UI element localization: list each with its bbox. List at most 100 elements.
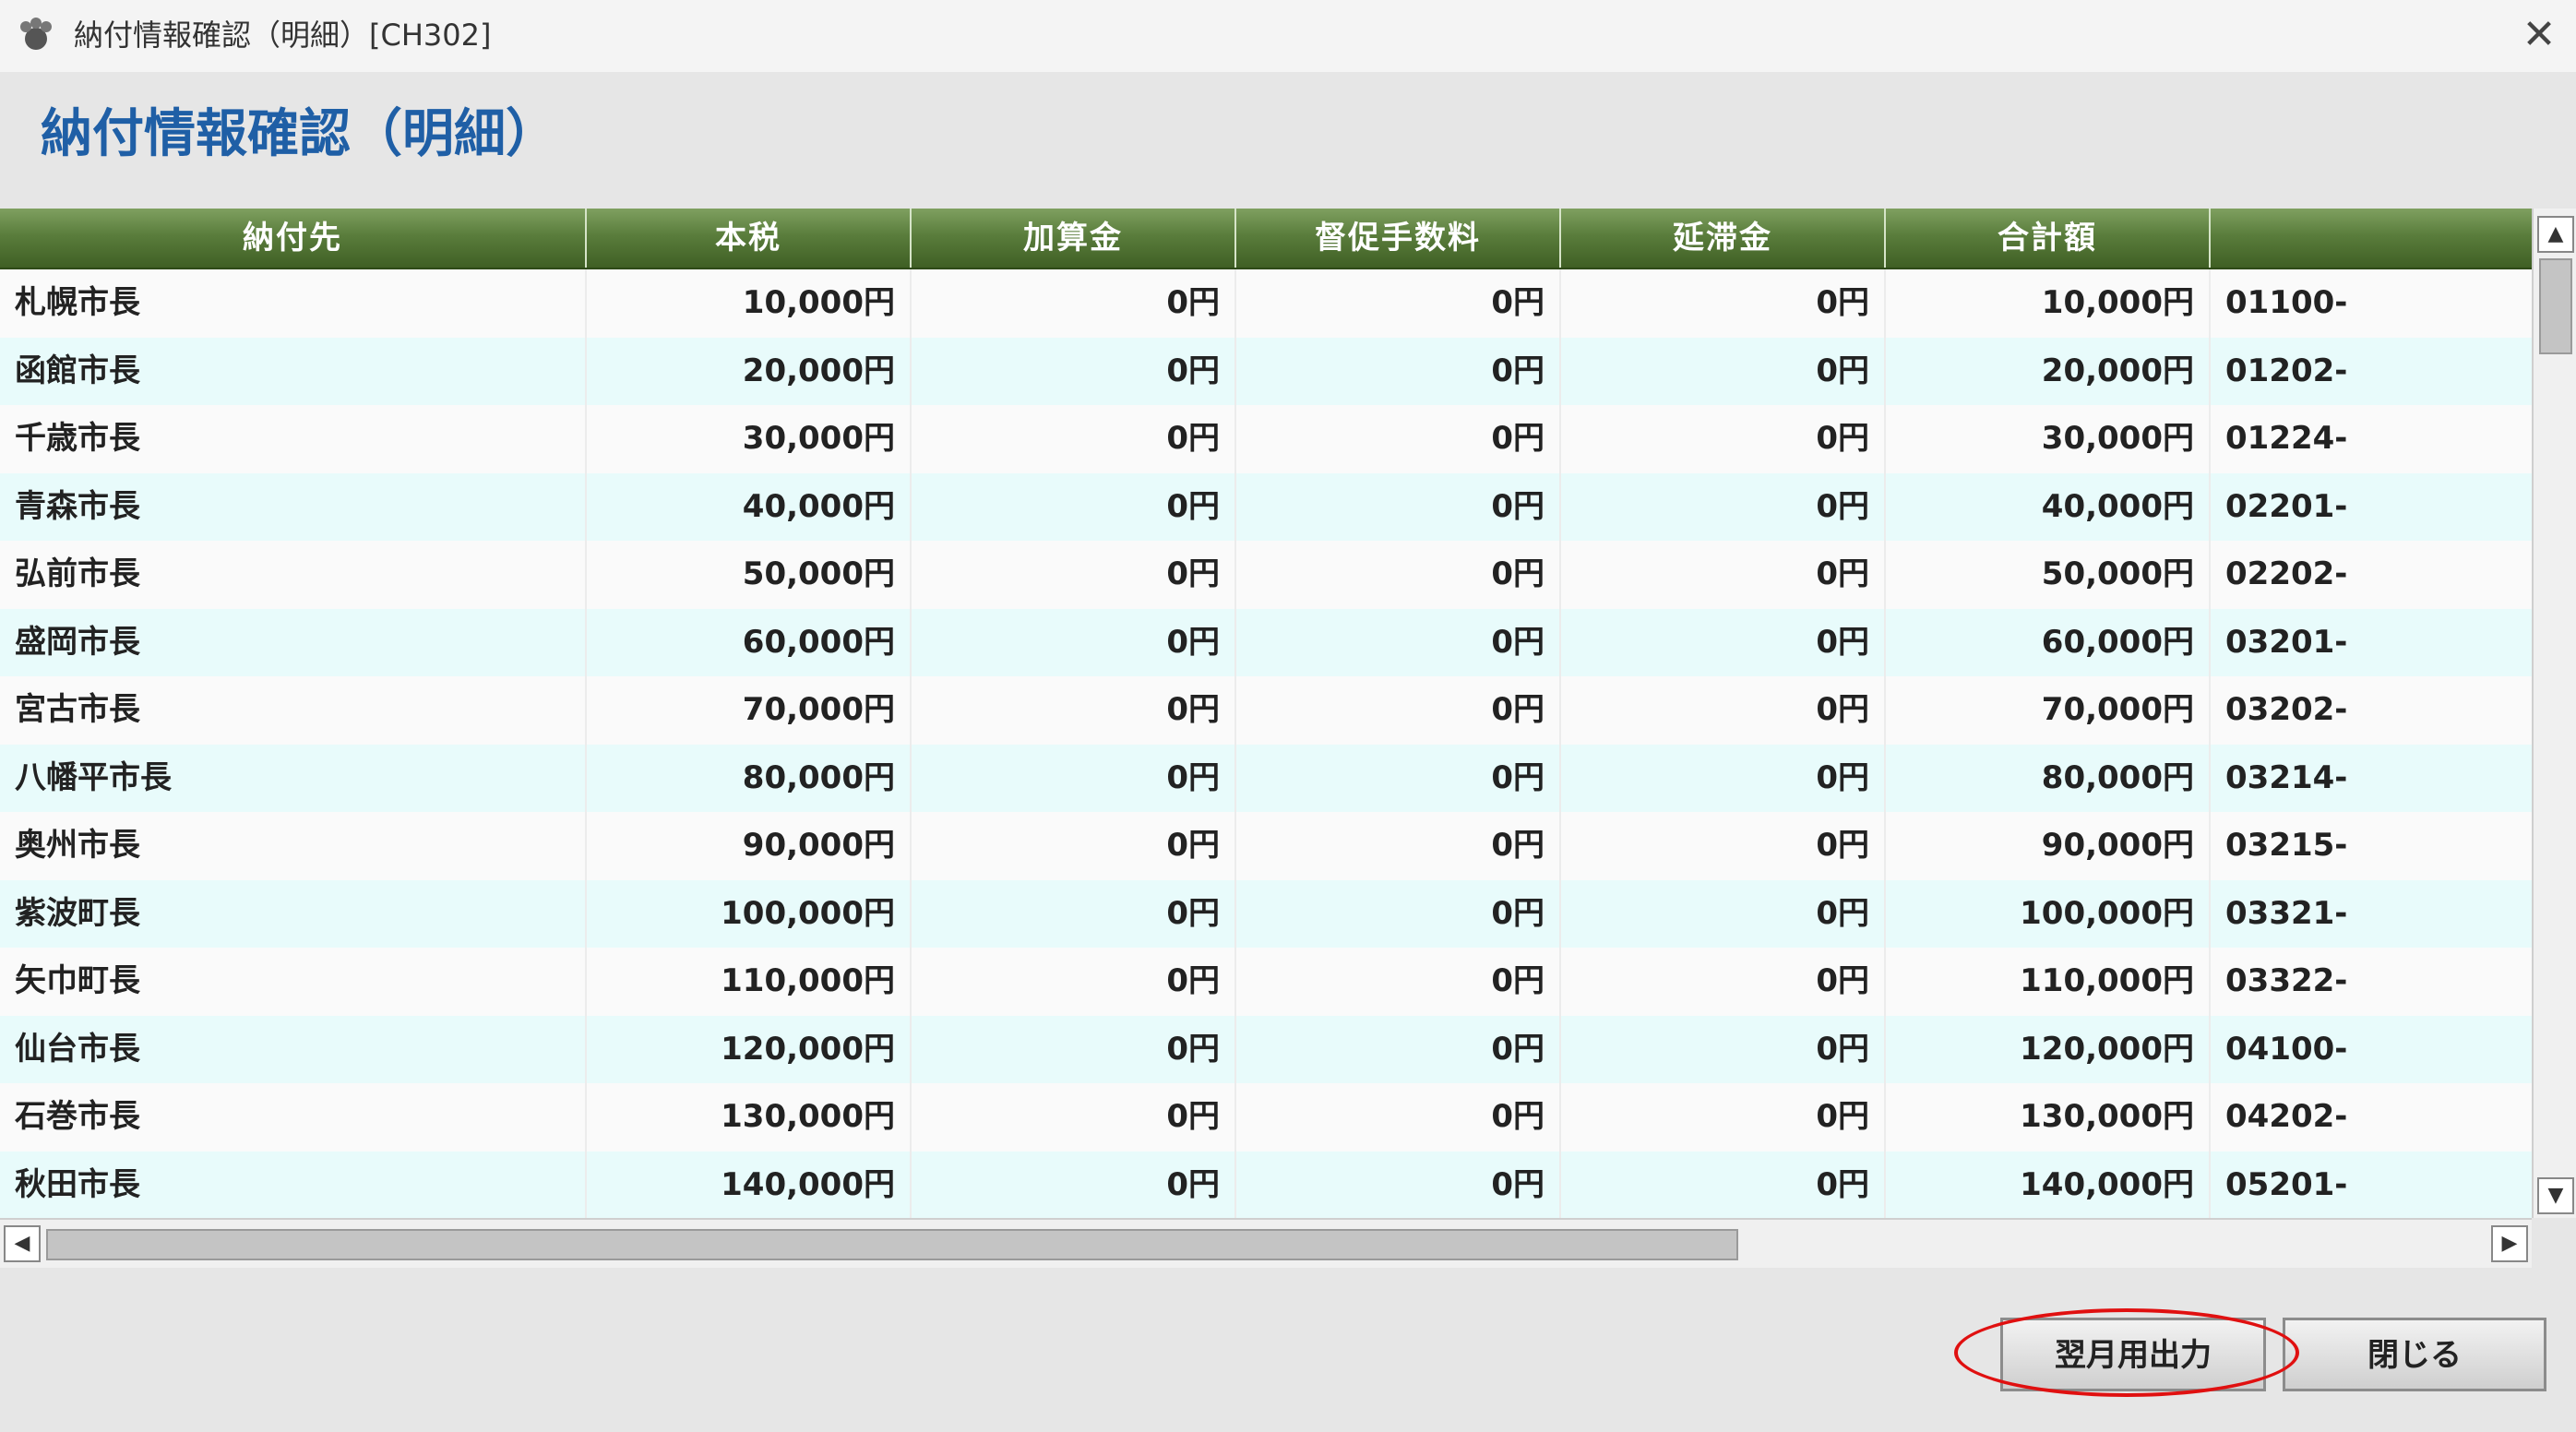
table-row[interactable]: 函館市長 20,000円 0円 0円 0円 20,000円 01202- [0,337,2532,405]
close-button[interactable]: 閉じる [2283,1318,2546,1391]
cell-payee: 秋田市長 [0,1151,587,1218]
cell-code: 03202- [2225,691,2348,728]
horizontal-scrollbar[interactable]: ◀ ▶ [0,1218,2532,1268]
cell-principal-tax: 100,000円 [587,879,912,948]
cell-payee: 函館市長 [0,337,587,405]
table-row[interactable]: 千歳市長 30,000円 0円 0円 0円 30,000円 01224- [0,405,2532,473]
table-row[interactable]: 仙台市長 120,000円 0円 0円 0円 120,000円 04100- [0,1015,2532,1083]
cell-late-fee: 0円 [1561,269,1886,338]
scroll-down-icon[interactable]: ▼ [2537,1177,2574,1214]
app-icon [20,18,52,50]
table-row[interactable]: 矢巾町長 110,000円 0円 0円 0円 110,000円 03322- [0,948,2532,1016]
cell-total: 140,000円 [1886,1151,2211,1218]
cell-code: 03321- [2225,894,2348,932]
cell-payee: 奥州市長 [0,812,587,880]
window-close-icon[interactable]: ✕ [2513,9,2565,61]
cell-total: 90,000円 [1886,812,2211,880]
column-header-code[interactable] [2211,209,2532,268]
column-header-additional-charge[interactable]: 加算金 [912,209,1236,268]
table-row[interactable]: 札幌市長 10,000円 0円 0円 0円 10,000円 01100- [0,269,2532,338]
cell-late-fee: 0円 [1561,879,1886,948]
cell-principal-tax: 70,000円 [587,676,912,745]
detail-table: 納付先 本税 加算金 督促手数料 延滞金 合計額 札幌市長 10,000円 0円 0円… [0,209,2532,1218]
scrollbar-corner [2532,1218,2576,1266]
table-row[interactable]: 八幡平市長 80,000円 0円 0円 0円 80,000円 03214- [0,744,2532,812]
cell-total: 70,000円 [1886,676,2211,745]
cell-late-fee: 0円 [1561,405,1886,473]
cell-principal-tax: 130,000円 [587,1083,912,1152]
vertical-scrollbar[interactable]: ▲ ▼ [2532,209,2576,1218]
column-header-principal-tax[interactable]: 本税 [587,209,912,268]
cell-additional-charge: 0円 [912,744,1236,812]
cell-late-fee: 0円 [1561,608,1886,676]
cell-principal-tax: 60,000円 [587,608,912,676]
cell-late-fee: 0円 [1561,1015,1886,1083]
cell-additional-charge: 0円 [912,879,1236,948]
cell-code: 04202- [2225,1098,2348,1135]
table-row[interactable]: 奥州市長 90,000円 0円 0円 0円 90,000円 03215- [0,812,2532,880]
next-month-output-button[interactable]: 翌月用出力 [2000,1318,2266,1391]
cell-principal-tax: 110,000円 [587,948,912,1016]
cell-additional-charge: 0円 [912,405,1236,473]
cell-additional-charge: 0円 [912,812,1236,880]
cell-additional-charge: 0円 [912,608,1236,676]
table-row[interactable]: 宮古市長 70,000円 0円 0円 0円 70,000円 03202- [0,676,2532,745]
cell-late-fee: 0円 [1561,1083,1886,1152]
table-header: 納付先 本税 加算金 督促手数料 延滞金 合計額 [0,209,2532,269]
cell-dunning-fee: 0円 [1236,337,1561,405]
cell-code: 03215- [2225,827,2348,864]
table-row[interactable]: 盛岡市長 60,000円 0円 0円 0円 60,000円 03201- [0,608,2532,676]
cell-principal-tax: 90,000円 [587,812,912,880]
scroll-left-icon[interactable]: ◀ [4,1225,41,1262]
cell-additional-charge: 0円 [912,1083,1236,1152]
cell-payee: 紫波町長 [0,879,587,948]
cell-total: 20,000円 [1886,337,2211,405]
cell-dunning-fee: 0円 [1236,744,1561,812]
cell-code: 03214- [2225,758,2348,796]
cell-additional-charge: 0円 [912,472,1236,541]
cell-principal-tax: 50,000円 [587,541,912,609]
table-row[interactable]: 秋田市長 140,000円 0円 0円 0円 140,000円 05201- [0,1151,2532,1218]
scroll-up-icon[interactable]: ▲ [2537,216,2574,253]
cell-principal-tax: 120,000円 [587,1015,912,1083]
cell-additional-charge: 0円 [912,269,1236,338]
cell-principal-tax: 80,000円 [587,744,912,812]
cell-payee: 盛岡市長 [0,608,587,676]
scroll-right-icon[interactable]: ▶ [2491,1225,2528,1262]
column-header-dunning-fee[interactable]: 督促手数料 [1236,209,1561,268]
page-title: 納付情報確認（明細） [41,104,557,164]
cell-principal-tax: 140,000円 [587,1151,912,1218]
cell-dunning-fee: 0円 [1236,1015,1561,1083]
cell-total: 100,000円 [1886,879,2211,948]
cell-code: 02201- [2225,487,2348,525]
cell-dunning-fee: 0円 [1236,948,1561,1016]
cell-code: 03201- [2225,623,2348,661]
cell-payee: 千歳市長 [0,405,587,473]
cell-additional-charge: 0円 [912,1151,1236,1218]
cell-principal-tax: 10,000円 [587,269,912,338]
table-row[interactable]: 弘前市長 50,000円 0円 0円 0円 50,000円 02202- [0,541,2532,609]
cell-dunning-fee: 0円 [1236,269,1561,338]
column-header-late-fee[interactable]: 延滞金 [1561,209,1886,268]
cell-payee: 仙台市長 [0,1015,587,1083]
table-row[interactable]: 青森市長 40,000円 0円 0円 0円 40,000円 02201- [0,472,2532,541]
cell-code: 04100- [2225,1030,2348,1068]
horizontal-scroll-thumb[interactable] [46,1229,1738,1260]
cell-total: 120,000円 [1886,1015,2211,1083]
window-title: 納付情報確認（明細）[CH302] [74,18,492,53]
cell-total: 60,000円 [1886,608,2211,676]
table-row[interactable]: 紫波町長 100,000円 0円 0円 0円 100,000円 03321- [0,879,2532,948]
cell-late-fee: 0円 [1561,744,1886,812]
cell-dunning-fee: 0円 [1236,405,1561,473]
cell-late-fee: 0円 [1561,676,1886,745]
cell-code: 05201- [2225,1165,2348,1203]
column-header-total[interactable]: 合計額 [1886,209,2211,268]
cell-total: 130,000円 [1886,1083,2211,1152]
cell-code: 03322- [2225,962,2348,999]
table-row[interactable]: 石巻市長 130,000円 0円 0円 0円 130,000円 04202- [0,1083,2532,1152]
cell-dunning-fee: 0円 [1236,1083,1561,1152]
cell-total: 30,000円 [1886,405,2211,473]
column-header-payee[interactable]: 納付先 [0,209,587,268]
vertical-scroll-thumb[interactable] [2539,258,2572,354]
window-titlebar: 納付情報確認（明細）[CH302] ✕ [0,0,2576,72]
